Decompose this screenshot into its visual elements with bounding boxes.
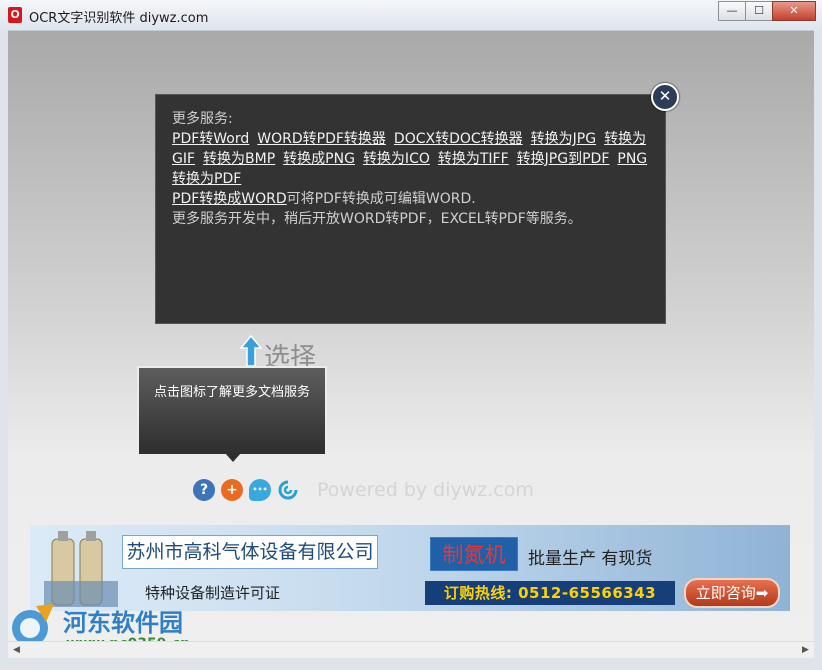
banner-hotline: 订购热线: 0512-65566343	[425, 581, 675, 605]
maximize-button[interactable]: ☐	[745, 1, 773, 21]
window-frame-left	[0, 30, 8, 670]
link-convert-tiff[interactable]: 转换为TIFF	[438, 151, 509, 167]
window-title: OCR文字识别软件 diywz.com	[29, 11, 209, 26]
window-controls: — ☐ ✕	[718, 1, 816, 21]
link-convert-bmp[interactable]: 转换为BMP	[203, 151, 275, 167]
services-convert-line: PDF转换成WORD可将PDF转换成可编辑WORD.	[172, 189, 649, 209]
link-icon[interactable]	[277, 479, 299, 501]
tooltip: 点击图标了解更多文档服务	[137, 366, 327, 456]
services-links: PDF转Word WORD转PDF转换器 DOCX转DOC转换器 转换为JPG 转换为G…	[172, 129, 649, 189]
minimize-button[interactable]: —	[718, 1, 746, 21]
link-convert-ico[interactable]: 转换为ICO	[363, 151, 430, 167]
watermark-name: 河东软件园	[63, 608, 183, 637]
scroll-right-icon[interactable]: ▶	[797, 642, 814, 659]
banner-stock: 批量生产 有现货	[528, 549, 653, 569]
window-frame-bottom	[0, 658, 822, 670]
convert-description: 可将PDF转换成可编辑WORD.	[286, 191, 476, 207]
link-convert-jpg[interactable]: 转换为JPG	[531, 131, 596, 147]
powered-by-text: Powered by diywz.com	[317, 479, 534, 501]
link-word-to-pdf[interactable]: WORD转PDF转换器	[257, 131, 386, 147]
banner-license: 特种设备制造许可证	[145, 584, 281, 602]
services-heading: 更多服务:	[172, 111, 233, 127]
title-bar: O OCR文字识别软件 diywz.com — ☐ ✕	[0, 0, 822, 31]
tooltip-tail-inner	[225, 453, 241, 462]
chat-icon[interactable]: •••	[249, 479, 271, 501]
banner-product: 制氮机	[430, 537, 518, 571]
plus-icon[interactable]: +	[221, 479, 243, 501]
window-frame-right	[814, 30, 822, 670]
link-pdf-convert-word[interactable]: PDF转换成WORD	[172, 191, 287, 207]
horizontal-scrollbar[interactable]: ◀ ▶	[8, 641, 814, 659]
up-arrow-icon	[240, 335, 262, 367]
service-icons: ? + •••	[193, 479, 305, 503]
close-button[interactable]: ✕	[772, 1, 816, 21]
services-more-note: 更多服务开发中，稍后开放WORD转PDF，EXCEL转PDF等服务。	[172, 211, 582, 227]
app-icon: O	[8, 7, 22, 23]
nitrogen-machine-image	[44, 531, 118, 607]
link-jpg-to-pdf[interactable]: 转换JPG到PDF	[517, 151, 610, 167]
consult-button[interactable]: 立即咨询➡	[684, 578, 780, 608]
help-icon[interactable]: ?	[193, 479, 215, 501]
scroll-left-icon[interactable]: ◀	[8, 642, 25, 659]
link-convert-png[interactable]: 转换成PNG	[283, 151, 355, 167]
more-services-panel: 更多服务: PDF转Word WORD转PDF转换器 DOCX转DOC转换器 转换为J…	[155, 94, 666, 324]
link-docx-to-doc[interactable]: DOCX转DOC转换器	[394, 131, 523, 147]
panel-close-icon[interactable]: ✕	[651, 83, 679, 111]
link-pdf-to-word[interactable]: PDF转Word	[172, 131, 249, 147]
ad-banner[interactable]: 苏州市高科气体设备有限公司 特种设备制造许可证 制氮机 批量生产 有现货 订购热…	[30, 525, 790, 611]
banner-company-name: 苏州市高科气体设备有限公司	[122, 535, 378, 569]
